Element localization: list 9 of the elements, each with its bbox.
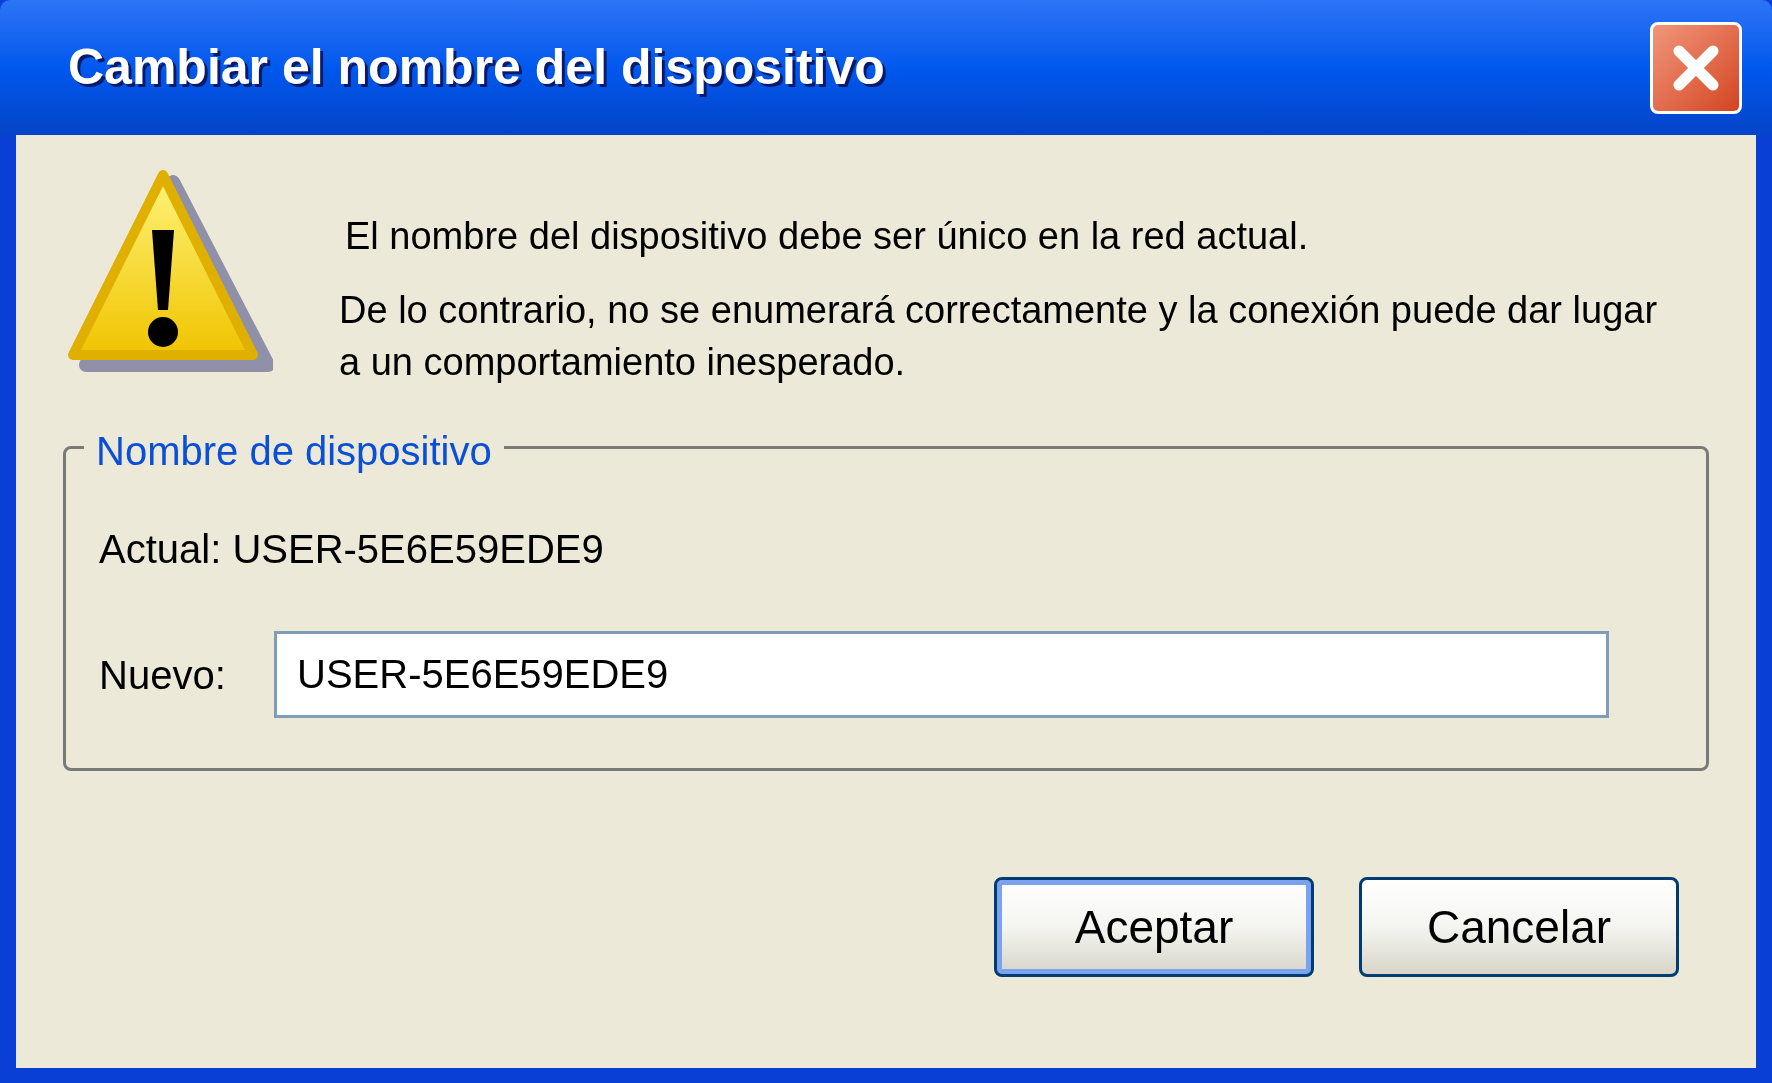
message-text: El nombre del dispositivo debe ser único en la red actual.: [344, 214, 1310, 259]
current-name: Actual: USER-5E6E59EDE9: [99, 526, 605, 573]
dialog-button[interactable]: Cancelar: [1359, 877, 1679, 977]
new-name-field[interactable]: USER-5E6E59EDE9: [274, 631, 1609, 718]
window-title: Cambiar el nombre del dispositivo: [68, 38, 885, 97]
message-text: De lo contrario, no se enumerará correctamente y la conexión puede dar lugar a un comportamiento inesperado.: [339, 288, 1659, 385]
close-button[interactable]: [1650, 21, 1742, 114]
new-name-label: Nuevo:: [99, 651, 227, 699]
dialog-button[interactable]: Aceptar: [994, 877, 1314, 977]
